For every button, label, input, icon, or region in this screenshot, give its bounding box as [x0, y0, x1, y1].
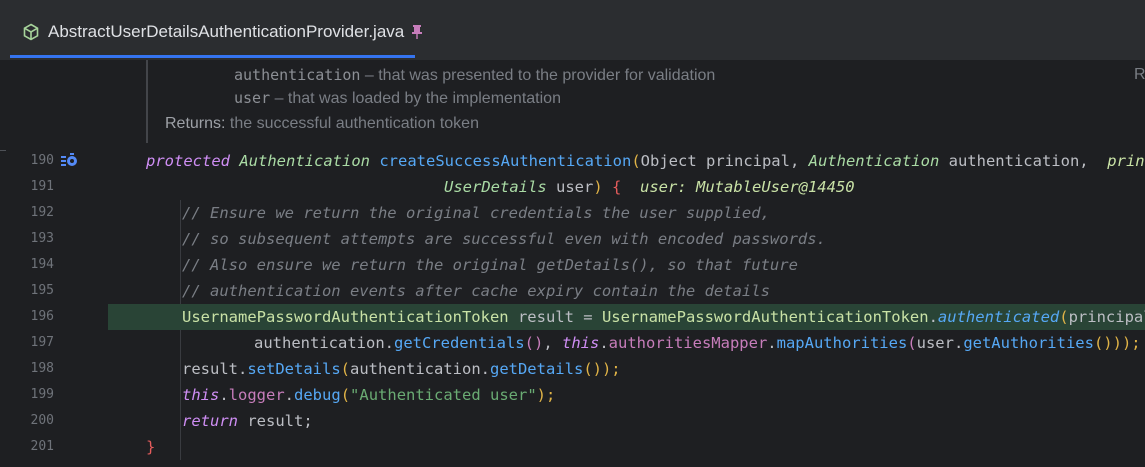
code-line-191[interactable]: UserDetails user) { user: MutableUser@14… — [106, 174, 1145, 200]
code-line-199[interactable]: this.logger.debug("Authenticated user"); — [106, 382, 1145, 408]
line-number[interactable]: 197 — [0, 330, 54, 356]
code-line-195[interactable]: // authentication events after cache exp… — [106, 278, 1145, 304]
line-number[interactable]: 194 — [0, 252, 54, 278]
doc-param-authentication: authentication – that was presented to t… — [234, 66, 716, 84]
code-line-201[interactable]: } — [106, 434, 1145, 460]
debug-breakpoint-icon[interactable] — [60, 152, 78, 168]
line-number-gutter: 190 191 192 193 194 195 196 197 198 199 … — [0, 60, 106, 467]
javadoc-block — [146, 60, 148, 143]
doc-returns: Returns: the successful authentication t… — [165, 115, 479, 132]
line-number[interactable]: 195 — [0, 278, 54, 304]
line-number[interactable]: 196 — [0, 304, 54, 330]
line-number[interactable]: 198 — [0, 356, 54, 382]
code-line-194[interactable]: // Also ensure we return the original ge… — [106, 252, 1145, 278]
code-line-196-current-execution[interactable]: UsernamePasswordAuthenticationToken resu… — [108, 304, 1145, 330]
line-number[interactable]: 190 — [0, 148, 54, 174]
code-line-192[interactable]: // Ensure we return the original credent… — [106, 200, 1145, 226]
inline-debug-hint: user: MutableUser@14450 — [621, 178, 855, 196]
java-class-icon — [22, 23, 40, 41]
code-line-198[interactable]: result.setDetails(authentication.getDeta… — [106, 356, 1145, 382]
code-line-197[interactable]: authentication.getCredentials(), this.au… — [106, 330, 1145, 356]
line-number[interactable]: 193 — [0, 226, 54, 252]
code-line-200[interactable]: return result; — [106, 408, 1145, 434]
line-number[interactable]: 192 — [0, 200, 54, 226]
line-number[interactable]: 199 — [0, 382, 54, 408]
code-editor[interactable]: authentication – that was presented to t… — [106, 60, 1145, 467]
line-number[interactable]: 201 — [0, 434, 54, 460]
pin-icon[interactable] — [410, 24, 424, 40]
code-line-193[interactable]: // so subsequent attempts are successful… — [106, 226, 1145, 252]
editor-tab-bar: AbstractUserDetailsAuthenticationProvide… — [0, 0, 1145, 61]
line-number[interactable]: 191 — [0, 174, 54, 200]
code-line-190[interactable]: protected Authentication createSuccessAu… — [106, 148, 1145, 174]
file-tab[interactable]: AbstractUserDetailsAuthenticationProvide… — [10, 6, 436, 57]
doc-right-edge: R — [1134, 66, 1145, 83]
inline-debug-hint: principa — [1107, 152, 1145, 170]
file-tab-label: AbstractUserDetailsAuthenticationProvide… — [48, 21, 405, 41]
doc-param-user: user – that was loaded by the implementa… — [234, 89, 561, 107]
active-tab-indicator — [10, 55, 415, 58]
line-number[interactable]: 200 — [0, 408, 54, 434]
